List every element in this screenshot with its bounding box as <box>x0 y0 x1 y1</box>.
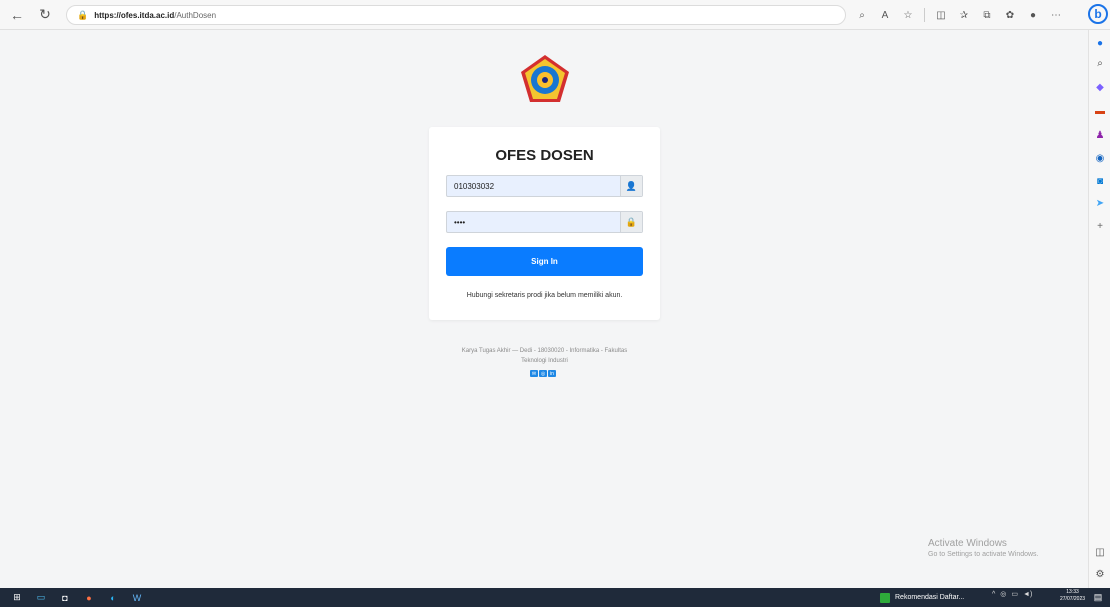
send-icon[interactable]: ➤ <box>1093 196 1107 210</box>
file-explorer-icon[interactable]: ▭ <box>34 592 48 604</box>
footer-line-2: Teknologi Industri <box>521 358 568 364</box>
briefcase-icon[interactable]: ▬ <box>1093 104 1107 118</box>
clock-time: 13:33 <box>1066 589 1079 595</box>
page-footer: Karya Tugas Akhir — Dedi - 18030020 - In… <box>429 346 660 366</box>
add-icon[interactable]: + <box>1093 219 1107 233</box>
login-title: OFES DOSEN <box>495 147 594 164</box>
office-icon[interactable]: ◉ <box>1093 151 1107 165</box>
search-icon[interactable]: ⌕ <box>1093 56 1107 70</box>
clock-date: 27/07/2023 <box>1060 596 1086 602</box>
url-text: https://ofes.itda.ac.id/AuthDosen <box>94 10 217 20</box>
footer-line-1: Karya Tugas Akhir — Dedi - 18030020 - In… <box>461 348 628 354</box>
more-menu-icon[interactable]: ⋯ <box>1049 8 1063 22</box>
instagram-icon[interactable]: ◎ <box>539 370 547 377</box>
lock-icon: 🔒 <box>77 9 89 20</box>
settings-gear-icon[interactable]: ⚙ <box>1093 567 1107 581</box>
word-icon[interactable]: W <box>130 592 144 604</box>
profile-icon[interactable]: ● <box>1026 8 1040 22</box>
toolbar-actions: ⌕ A ☆ ◫ ✰ ⧉ ✿ ● ⋯ <box>855 5 1063 25</box>
refresh-icon[interactable]: ↻ <box>34 4 56 26</box>
favorite-star-icon[interactable]: ☆ <box>901 8 915 22</box>
games-icon[interactable]: ♟ <box>1093 128 1107 142</box>
password-field[interactable]: •••• 🔒 <box>446 211 643 233</box>
tag-icon[interactable]: ◆ <box>1093 80 1107 94</box>
system-tray: ^ ◎ ▭ ◄) <box>992 590 1032 599</box>
account-hint: Hubungi sekretaris prodi jika belum memi… <box>466 292 623 299</box>
linkedin-icon[interactable]: in <box>548 370 556 377</box>
sign-in-button[interactable]: Sign In <box>446 247 643 276</box>
system-clock[interactable]: 13:33 27/07/2023 <box>1060 589 1085 603</box>
store-icon[interactable]: ◘ <box>58 592 72 604</box>
lock-icon: 🔒 <box>620 212 642 232</box>
username-field[interactable]: 010303032 👤 <box>446 175 643 197</box>
divider <box>924 8 925 22</box>
social-links: ✉ ◎ in <box>530 370 556 377</box>
split-view-icon[interactable]: ◫ <box>1093 545 1107 559</box>
bing-chat-button[interactable]: b <box>1088 4 1108 24</box>
back-arrow-icon[interactable]: ← <box>6 4 28 26</box>
browser-toolbar: ← ↻ 🔒 https://ofes.itda.ac.id/AuthDosen … <box>0 0 1110 30</box>
university-logo <box>521 55 569 102</box>
watermark-subtitle: Go to Settings to activate Windows. <box>928 551 1039 558</box>
username-input[interactable]: 010303032 <box>447 176 620 196</box>
taskbar-app-label: Rekomendasi Daftar... <box>895 594 965 601</box>
battery-icon[interactable]: ▭ <box>1011 590 1018 598</box>
app-icon <box>880 592 890 603</box>
notification-icon[interactable]: ▤ <box>1092 591 1104 603</box>
windows-start-icon[interactable]: ⊞ <box>10 592 24 604</box>
browser-sidebar: ● ⌕ ◆ ▬ ♟ ◉ ◙ ➤ + ◫ ⚙ <box>1088 30 1110 588</box>
chrome-icon[interactable]: ● <box>82 592 96 604</box>
address-bar[interactable]: 🔒 https://ofes.itda.ac.id/AuthDosen <box>66 5 846 25</box>
login-card: OFES DOSEN 010303032 👤 •••• 🔒 Sign In Hu… <box>429 127 660 320</box>
bell-icon[interactable]: ● <box>1093 36 1107 50</box>
outlook-icon[interactable]: ◙ <box>1093 174 1107 188</box>
chevron-up-icon[interactable]: ^ <box>992 591 995 598</box>
taskbar-app[interactable]: Rekomendasi Daftar... <box>880 590 964 605</box>
volume-icon[interactable]: ◄) <box>1023 591 1032 598</box>
favorites-icon[interactable]: ✰ <box>957 8 971 22</box>
network-icon[interactable]: ◎ <box>1000 590 1006 598</box>
password-input[interactable]: •••• <box>447 212 620 232</box>
extensions-icon[interactable]: ✿ <box>1003 8 1017 22</box>
read-aloud-icon[interactable]: A <box>878 8 892 22</box>
activate-windows-watermark: Activate Windows Go to Settings to activ… <box>928 538 1039 558</box>
search-icon[interactable]: ⌕ <box>855 8 869 22</box>
edge-icon[interactable]: ◐ <box>106 592 120 604</box>
user-icon: 👤 <box>620 176 642 196</box>
split-screen-icon[interactable]: ◫ <box>934 8 948 22</box>
watermark-title: Activate Windows <box>928 538 1007 549</box>
collections-icon[interactable]: ⧉ <box>980 8 994 22</box>
email-icon[interactable]: ✉ <box>530 370 538 377</box>
